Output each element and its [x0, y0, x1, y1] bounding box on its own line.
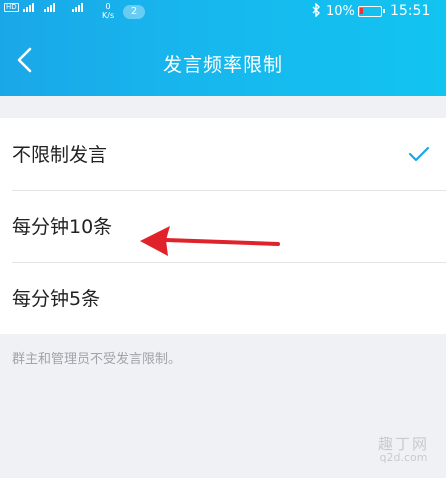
battery-icon [358, 6, 385, 17]
option-label: 每分钟10条 [12, 216, 113, 238]
page-title: 发言频率限制 [162, 54, 283, 76]
network-speed: 0 K/s [102, 2, 115, 20]
notification-badge: 2 [123, 5, 145, 19]
option-row-10-per-minute[interactable]: 每分钟10条 [0, 190, 446, 262]
option-row-5-per-minute[interactable]: 每分钟5条 [0, 262, 446, 334]
option-label: 每分钟5条 [12, 288, 101, 310]
option-label: 不限制发言 [12, 144, 108, 166]
option-row-unlimited[interactable]: 不限制发言 [0, 118, 446, 190]
checkmark-icon [408, 146, 430, 162]
options-list: 不限制发言 每分钟10条 每分钟5条 [0, 118, 446, 334]
signal-icon [72, 3, 83, 12]
signal-icon [44, 3, 55, 12]
battery-percent: 10% [326, 4, 355, 19]
bluetooth-icon [312, 2, 321, 21]
header-background: HD 0 K/s 2 10% 15:51 发言频率限制 [0, 0, 446, 96]
signal-icon: HD [4, 3, 34, 12]
status-bar: HD 0 K/s 2 10% 15:51 [0, 0, 446, 24]
clock: 15:51 [390, 3, 431, 19]
watermark-logo: 趣丁网 q2d.com [378, 435, 430, 465]
nav-bar: 发言频率限制 [0, 24, 446, 96]
hint-text: 群主和管理员不受发言限制。 [12, 352, 182, 367]
